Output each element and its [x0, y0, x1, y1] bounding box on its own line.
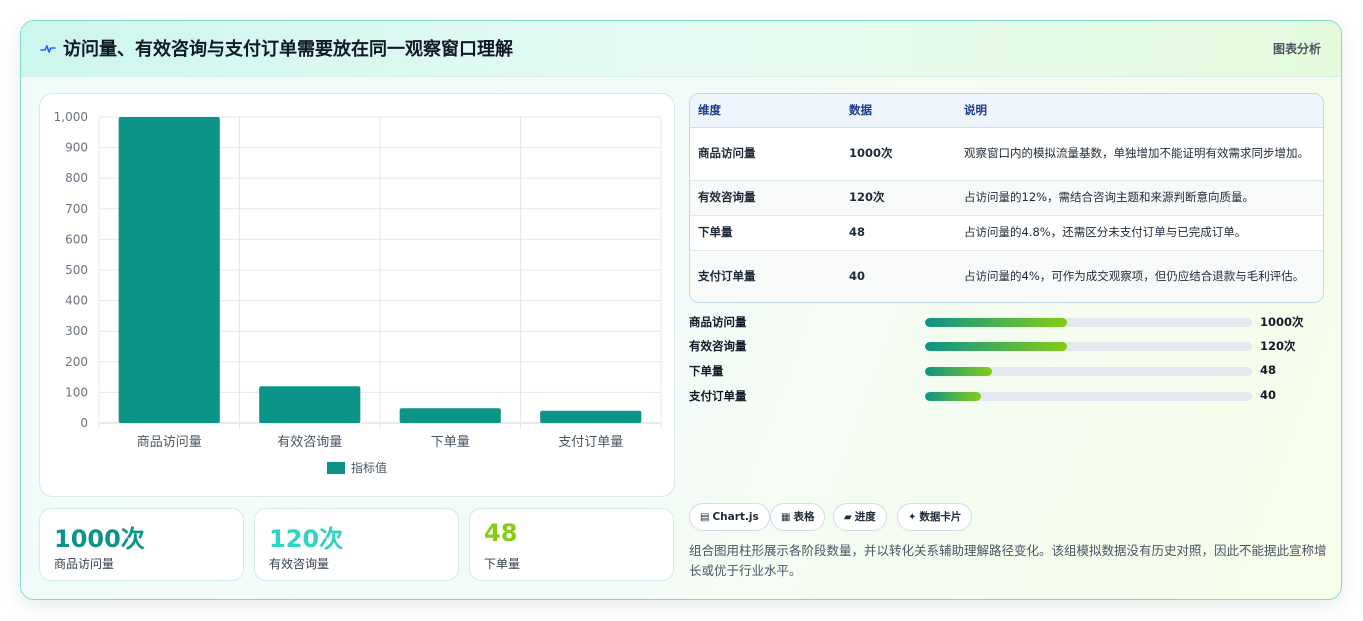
- progress-value: 48: [1260, 363, 1277, 377]
- page-title: 访问量、有效咨询与支付订单需要放在同一观察窗口理解: [63, 39, 513, 60]
- bar-chart: 0 100 200 300 400 500 600 700 800 900 1,000 商品访问量 有效…: [54, 110, 662, 475]
- y-tick-label: 100: [65, 385, 88, 399]
- stat-label: 有效咨询量: [269, 557, 330, 571]
- table-cell-description: 占访问量的4.8%，还需区分未支付订单与已完成订单。: [956, 215, 1323, 251]
- chip-label: 表格: [793, 511, 815, 523]
- bar: [118, 117, 220, 423]
- chip-table[interactable]: ▦ 表格: [770, 503, 826, 531]
- y-tick-label: 400: [65, 294, 88, 308]
- progress-fill: [925, 367, 993, 376]
- bar: [399, 408, 501, 423]
- y-tick-label: 900: [65, 141, 88, 155]
- analysis-card: 访问量、有效咨询与支付订单需要放在同一观察窗口理解 图表分析 0 100 200 30…: [20, 20, 1342, 600]
- table-header: 维度: [690, 94, 841, 128]
- chip-progress[interactable]: ▰ 进度: [833, 503, 887, 531]
- table-row: 有效咨询量 120次 占访问量的12%，需结合咨询主题和来源判断意向质量。: [690, 180, 1323, 216]
- table-cell-value: 40: [841, 250, 956, 302]
- table-header: 数据: [841, 94, 956, 128]
- legend-label: 指标值: [351, 460, 387, 475]
- stat-value: 120次: [269, 525, 344, 553]
- stat-label: 商品访问量: [54, 557, 115, 571]
- stat-value: 1000次: [54, 525, 145, 553]
- pulse-icon: [40, 45, 56, 53]
- progress-track: [925, 318, 1252, 327]
- table-cell-description: 占访问量的12%，需结合咨询主题和来源判断意向质量。: [956, 180, 1323, 216]
- table-row: 下单量 48 占访问量的4.8%，还需区分未支付订单与已完成订单。: [690, 215, 1323, 251]
- x-tick-label: 支付订单量: [558, 435, 623, 450]
- bar: [540, 410, 642, 423]
- stat-label: 下单量: [484, 557, 521, 571]
- table-cell-value: 1000次: [841, 127, 956, 181]
- progress-track: [925, 392, 1252, 401]
- y-tick-label: 0: [80, 416, 88, 430]
- table-cell-dimension: 商品访问量: [690, 127, 841, 181]
- stat-value: 48: [484, 519, 518, 547]
- chip-chartjs[interactable]: ▤ Chart.js: [689, 503, 770, 531]
- table-header: 说明: [956, 94, 1323, 128]
- table-icon: ▦: [781, 512, 791, 523]
- progress-label: 下单量: [689, 364, 724, 378]
- y-tick-label: 800: [65, 171, 88, 185]
- chart-icon: ▤: [700, 512, 710, 523]
- table-cell-value: 120次: [841, 180, 956, 216]
- progress-row-inquiries: 有效咨询量 120次: [689, 337, 1329, 355]
- stat-card-orders: 48 下单量: [469, 508, 674, 581]
- analysis-note: 组合图用柱形展示各阶段数量，并以转化关系辅助理解路径变化。该组模拟数据没有历史对…: [689, 543, 1327, 578]
- table-row: 支付订单量 40 占访问量的4%，可作为成交观察项，但仍应结合退款与毛利评估。: [690, 250, 1323, 302]
- progress-fill: [925, 342, 1068, 351]
- chip-data-card[interactable]: ✦ 数据卡片: [897, 503, 973, 531]
- y-tick-label: 200: [65, 355, 88, 369]
- sparkle-icon: ✦: [908, 512, 917, 523]
- card-header: 访问量、有效咨询与支付订单需要放在同一观察窗口理解 图表分析: [21, 21, 1341, 77]
- table-cell-dimension: 支付订单量: [690, 250, 841, 302]
- legend-swatch: [327, 462, 345, 474]
- table-cell-dimension: 有效咨询量: [690, 180, 841, 216]
- progress-value: 40: [1260, 388, 1277, 402]
- chip-label: Chart.js: [712, 511, 759, 523]
- table-cell-description: 占访问量的4%，可作为成交观察项，但仍应结合退款与毛利评估。: [956, 250, 1323, 302]
- progress-fill: [925, 318, 1068, 327]
- y-tick-label: 600: [65, 232, 88, 246]
- progress-label: 有效咨询量: [689, 339, 747, 353]
- progress-value: 1000次: [1260, 315, 1304, 329]
- chart-analysis-tag: 图表分析: [1272, 42, 1321, 56]
- progress-value: 120次: [1260, 339, 1296, 353]
- x-tick-label: 商品访问量: [137, 435, 202, 450]
- chip-label: 数据卡片: [919, 511, 962, 523]
- y-tick-label: 700: [65, 202, 88, 216]
- table-cell-value: 48: [841, 215, 956, 251]
- y-tick-label: 300: [65, 324, 88, 338]
- stat-card-visits: 1000次 商品访问量: [39, 508, 244, 581]
- table-cell-description: 观察窗口内的模拟流量基数，单独增加不能证明有效需求同步增加。: [956, 127, 1323, 181]
- x-tick-label: 下单量: [431, 435, 470, 450]
- progress-fill: [925, 392, 981, 401]
- chip-label: 进度: [854, 511, 876, 523]
- progress-track: [925, 342, 1252, 351]
- x-tick-label: 有效咨询量: [277, 435, 342, 450]
- progress-row-paid-orders: 支付订单量 40: [689, 387, 1329, 405]
- bar: [259, 386, 361, 423]
- table-header-row: 维度 数据 说明: [690, 94, 1323, 128]
- progress-row-visits: 商品访问量 1000次: [689, 313, 1329, 331]
- table-cell-dimension: 下单量: [690, 215, 841, 251]
- y-tick-label: 1,000: [54, 110, 88, 124]
- metrics-table: 维度 数据 说明 商品访问量 1000次 观察窗口内的模拟流量基数，单独增加不能…: [689, 93, 1324, 303]
- progress-row-orders: 下单量 48: [689, 362, 1329, 380]
- y-tick-label: 500: [65, 263, 88, 277]
- progress-icon: ▰: [844, 512, 852, 523]
- progress-track: [925, 367, 1252, 376]
- progress-label: 商品访问量: [689, 315, 747, 329]
- progress-label: 支付订单量: [689, 389, 747, 403]
- table-row: 商品访问量 1000次 观察窗口内的模拟流量基数，单独增加不能证明有效需求同步增…: [690, 127, 1323, 181]
- stat-card-inquiries: 120次 有效咨询量: [254, 508, 459, 581]
- bar-chart-panel: 0 100 200 300 400 500 600 700 800 900 1,000 商品访问量 有效…: [39, 93, 675, 497]
